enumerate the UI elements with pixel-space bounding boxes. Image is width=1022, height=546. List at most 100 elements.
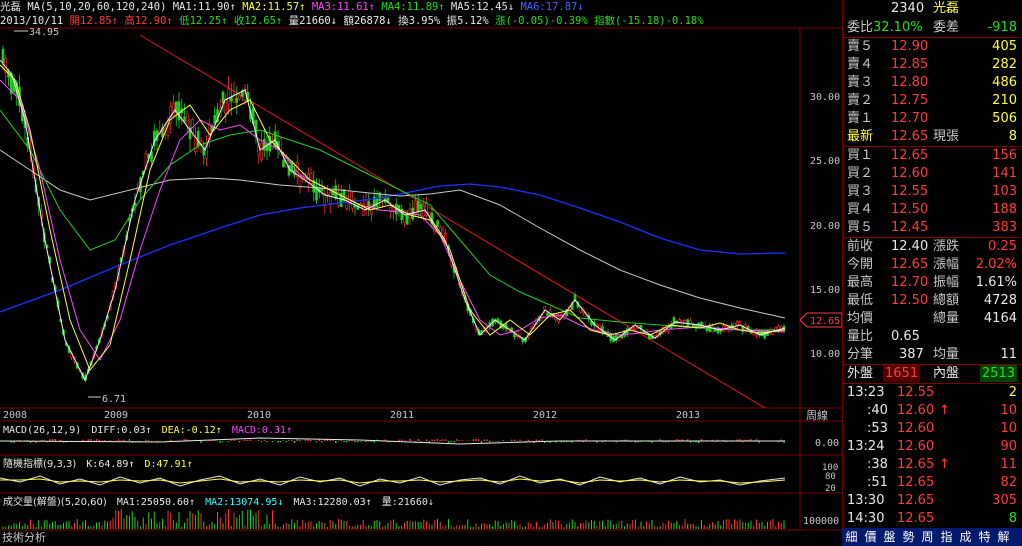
volume-tick: 100000 (803, 516, 839, 527)
tick-arrow: ↑ (939, 403, 950, 418)
tick-price: 12.65 (897, 457, 935, 472)
year-label: 2013 (676, 410, 700, 421)
tab-special[interactable]: 特 (975, 528, 994, 546)
diff-label: 委差 (933, 20, 960, 35)
tick-row: :51 12.65 82 (843, 474, 1021, 491)
tick-volume: 2 (1008, 385, 1017, 400)
stat-row: 前收 12.40 漲跌 0.25 (843, 238, 1021, 255)
tick-row: 13:23 12.55 2 (843, 384, 1021, 401)
bid-label: 買３ (847, 184, 874, 199)
bid-row[interactable]: 買４ 12.50 188 (843, 201, 1021, 218)
macd-panel[interactable]: MACD(26,12,9) DIFF:0.03↑ DEA:-0.12↑ MACD… (0, 425, 839, 449)
candle-body (235, 98, 239, 103)
candle-body (196, 131, 200, 147)
ma3-line (0, 79, 786, 361)
macd-title: MACD(26,12,9) (3, 425, 81, 436)
macd-diff: DIFF:0.03↑ (91, 425, 151, 436)
quote-title-row: 2340 光磊 (843, 0, 1021, 17)
tab-book[interactable]: 盤 (880, 528, 899, 546)
chart-area[interactable]: 34.95 6.71 30.00 25.00 20.00 15.00 10.00… (0, 0, 842, 546)
inner-value: 2513 (979, 365, 1017, 382)
candle-body (309, 173, 313, 184)
tab-index[interactable]: 指 (937, 528, 956, 546)
bid-volume: 383 (992, 220, 1017, 235)
ask-row[interactable]: 賣１ 12.70 506 (843, 110, 1021, 127)
ask-volume: 486 (992, 75, 1017, 90)
ask-row[interactable]: 賣５ 12.90 405 (843, 38, 1021, 55)
outer-label: 外盤 (847, 366, 874, 381)
candle-body (262, 139, 266, 151)
candle-body (774, 326, 778, 331)
tab-price[interactable]: 價 (861, 528, 880, 546)
tab-trades[interactable]: 成 (956, 528, 975, 546)
ask-row[interactable]: 賣４ 12.85 282 (843, 56, 1021, 73)
avg-vol-label: 均量 (933, 347, 960, 362)
current-price-tag: 12.65 (799, 312, 842, 328)
tick-time: 13:30 (847, 493, 885, 508)
ask-row[interactable]: 賣３ 12.80 486 (843, 74, 1021, 91)
candle-body (436, 220, 439, 227)
time-axis: 2008 2009 2010 2011 2012 2013 周線 (3, 408, 828, 422)
kd-panel[interactable]: 隨機指標(9,3,3) K:64.89↑ D:47.91↑ 100 80 20 (0, 457, 838, 494)
bid-row[interactable]: 買１ 12.65 156 (843, 147, 1021, 164)
avg-vol-value: 11 (1000, 347, 1017, 362)
vol-ma2: MA2:13074.95↓ (205, 497, 283, 508)
tick-volume: 82 (1000, 475, 1017, 490)
tick-volume: 10 (1000, 421, 1017, 436)
tab-analysis[interactable]: 解 (994, 528, 1013, 546)
outer-value: 1651 (883, 365, 921, 382)
ask-label: 賣２ (847, 93, 874, 108)
kd-d-line (0, 478, 786, 484)
ma1-line (0, 59, 786, 382)
last-label: 最新 (847, 129, 874, 144)
ask-price: 12.80 (891, 75, 929, 90)
stat-value: 12.50 (891, 293, 929, 308)
year-label: 2012 (533, 410, 557, 421)
tick-price: 12.60 (897, 421, 935, 436)
price-tick: 30.00 (810, 92, 840, 103)
bid-row[interactable]: 買３ 12.55 103 (843, 183, 1021, 200)
last-price-row: 最新 12.65 現張 8 (843, 128, 1021, 145)
stat-row: 最低 12.50 總額 4728 (843, 292, 1021, 309)
macd-legend: MACD(26,12,9) DIFF:0.03↑ DEA:-0.12↑ MACD… (3, 425, 292, 436)
bid-volume: 141 (992, 166, 1017, 181)
volume-panel[interactable]: 成交量(解盤)(5,20,60) MA1:25050.60↑ MA2:13074… (2, 495, 839, 529)
tick-price: 12.65 (897, 475, 935, 490)
ask-row[interactable]: 賣２ 12.75 210 (843, 92, 1021, 109)
bid-label: 買２ (847, 166, 874, 181)
stat-row: 今開 12.65 漲幅 2.02% (843, 256, 1021, 273)
tick-price: 12.65 (897, 511, 935, 526)
ma6-line (0, 183, 786, 313)
bid-row[interactable]: 買２ 12.60 141 (843, 165, 1021, 182)
bid-row[interactable]: 買５ 12.45 383 (843, 219, 1021, 236)
tick-volume: 11 (1000, 457, 1017, 472)
tab-trend[interactable]: 勢 (899, 528, 918, 546)
bid-price: 12.55 (891, 184, 929, 199)
tick-row: 13:24 12.60 90 (843, 438, 1021, 455)
stat-label: 今開 (847, 257, 874, 272)
macd-dea: DEA:-0.12↑ (162, 425, 222, 436)
candle-body (342, 189, 346, 201)
price-tick: 25.00 (810, 156, 840, 167)
period-label[interactable]: 周線 (806, 408, 828, 422)
ask-label: 賣５ (847, 39, 874, 54)
macd-zero-tick: 0.00 (815, 438, 839, 449)
candle-body (422, 206, 426, 217)
order-ratio-row: 委比 32.10% 委差 -918 (843, 19, 1021, 36)
candle-body (213, 115, 217, 124)
tab-detail[interactable]: 細 (842, 528, 861, 546)
stat-label: 最高 (847, 275, 874, 290)
year-label: 2008 (3, 410, 27, 421)
candle-body (227, 88, 230, 105)
vol-ratio-label: 量比 (847, 329, 874, 344)
quote-panel: 2340 光磊 委比 32.10% 委差 -918 賣５ 12.90 405 賣４ 1… (842, 0, 1022, 546)
stat-label: 漲幅 (933, 257, 960, 272)
tick-time: 14:30 (847, 511, 885, 526)
tick-count-row: 分筆 387 均量 11 (843, 346, 1021, 363)
vol-ma1: MA1:25050.60↑ (117, 497, 195, 508)
tab-week[interactable]: 周 (918, 528, 937, 546)
tick-row: 14:30 12.65 8 (843, 510, 1021, 527)
vol-ratio-value: 0.65 (891, 329, 920, 344)
bid-label: 買１ (847, 148, 874, 163)
footer-label: 技術分析 (2, 530, 46, 544)
